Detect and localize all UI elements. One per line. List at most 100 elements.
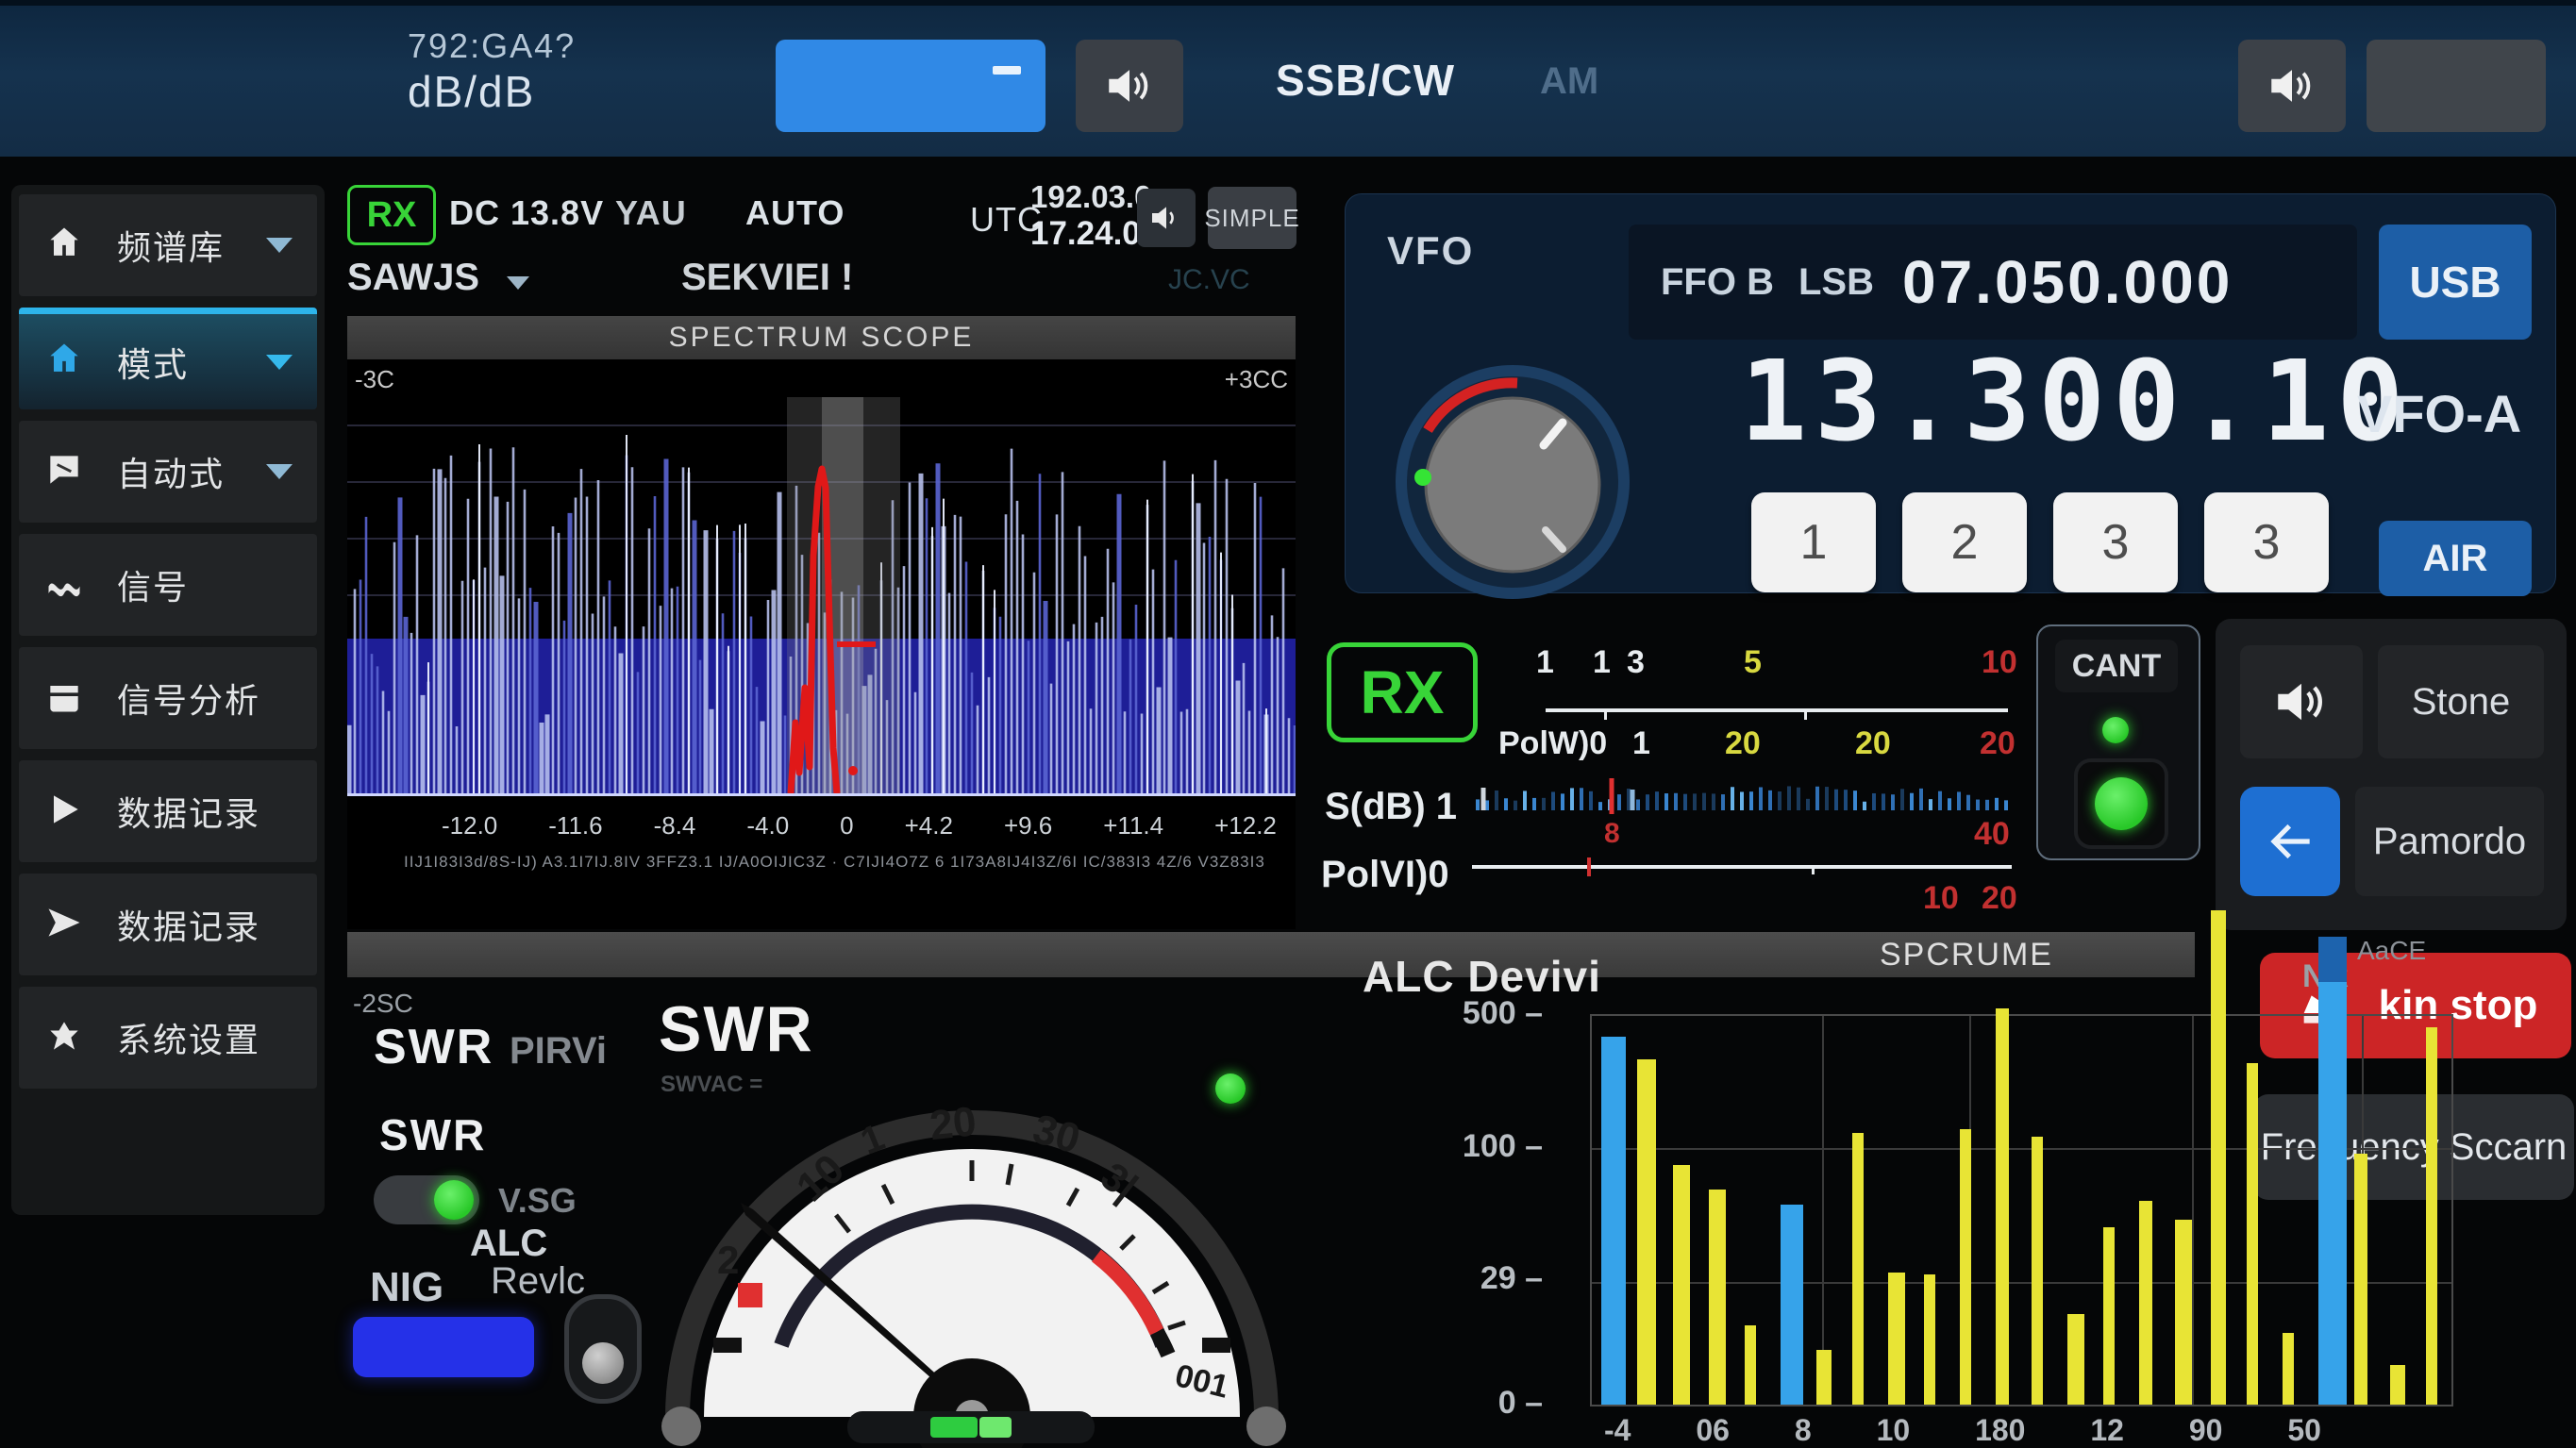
- vfo-a-label: VFO-A: [2357, 383, 2521, 444]
- toggle-knob: [434, 1180, 474, 1220]
- auto-label: AUTO: [745, 193, 845, 233]
- gauge-label: 20: [928, 1098, 979, 1149]
- alc-bar: [2283, 1333, 2294, 1405]
- alc-xtick-label: 12: [2090, 1413, 2124, 1448]
- sidebar-item-2[interactable]: 模式: [19, 308, 317, 409]
- alc-ytick-label: 500 –: [1458, 995, 1543, 1032]
- alc-bar: [2211, 910, 2226, 1405]
- screw-left: [661, 1406, 701, 1446]
- speaker-icon: [1102, 58, 1157, 113]
- alc-bar: [1888, 1273, 1905, 1405]
- swr-corner-label: -2SC: [353, 989, 413, 1019]
- gauge-end-tick: [1157, 1332, 1168, 1355]
- s-meter-center-mark: 8: [1604, 818, 1620, 850]
- footer-label: SPCRUME: [1880, 937, 2053, 974]
- keypad-key-3[interactable]: 3: [2053, 492, 2178, 592]
- alc-corner-label: AaCE: [2357, 936, 2426, 966]
- chevron-down-icon: [266, 355, 293, 370]
- sawjs-dropdown[interactable]: SAWJS: [347, 257, 529, 299]
- rev-toggle[interactable]: [564, 1294, 642, 1404]
- meter-panel: RX 113510 PolW)01202020 S(dB) 1 8 40 Pol…: [1321, 627, 2024, 891]
- keypad-key-4[interactable]: 3: [2204, 492, 2329, 592]
- sidebar-item-6[interactable]: 数据记录: [19, 760, 317, 862]
- sidebar-item-8[interactable]: 系统设置: [19, 987, 317, 1089]
- sawjs-label: SAWJS: [347, 257, 479, 298]
- topbar-active-button[interactable]: [776, 40, 1045, 132]
- gridline: [2192, 1016, 2194, 1405]
- alc-xtick-label: 180: [1975, 1413, 2025, 1448]
- chat-icon: [43, 449, 85, 495]
- alc-bar: [2318, 937, 2347, 1405]
- topbar-speaker-button-right[interactable]: [2238, 40, 2346, 132]
- alc-bar: [1745, 1325, 1756, 1405]
- yau-label: YAU: [615, 193, 687, 233]
- usb-mode-button[interactable]: USB: [2379, 225, 2532, 340]
- green-button-light: [2095, 777, 2148, 830]
- cant-green-button[interactable]: [2074, 758, 2168, 849]
- alc-xtick-label: 10: [1877, 1413, 1911, 1448]
- alc-bar: [2103, 1227, 2115, 1405]
- toggle-knob: [582, 1342, 624, 1384]
- revlc-label: Revlc: [491, 1260, 585, 1303]
- vfo-panel: VFO FFO B LSB 07.050.000 USB 13.300.10 V…: [1345, 193, 2556, 593]
- swr-toggle[interactable]: [374, 1175, 479, 1224]
- alc-xtick-label: 8: [1795, 1413, 1812, 1448]
- alc-bar: [1996, 1008, 2009, 1405]
- mode-ssb-cw[interactable]: SSB/CW: [1276, 55, 1455, 106]
- sidebar-item-1[interactable]: 频谱库: [19, 194, 317, 296]
- topbar-speaker-button[interactable]: [1076, 40, 1183, 132]
- scope-ref-right: +3CC: [1225, 365, 1288, 394]
- back-arrow-button[interactable]: [2240, 787, 2340, 896]
- tuning-knob[interactable]: [1395, 364, 1631, 600]
- stone-button[interactable]: Stone: [2378, 645, 2544, 758]
- gauge-green-segment-2: [979, 1417, 1012, 1438]
- meter-number: 20: [1982, 880, 2017, 917]
- alc-ytick-label: 0 –: [1458, 1385, 1543, 1422]
- monitor-speaker-button[interactable]: [2240, 645, 2363, 758]
- alc-xtick-label: 50: [2287, 1413, 2321, 1448]
- simple-button[interactable]: SIMPLE: [1208, 187, 1296, 249]
- meter-line-1: [1546, 708, 2008, 712]
- arrow-left-icon: [2261, 812, 2319, 871]
- sidebar-item-label: 自动式: [117, 447, 225, 496]
- sidebar-item-4[interactable]: 信号: [19, 534, 317, 636]
- chevron-down-icon: [266, 464, 293, 479]
- alc-ytick-label: 29 –: [1458, 1260, 1543, 1297]
- meter-number: 1: [1632, 725, 1650, 762]
- keypad-key-2[interactable]: 2: [1902, 492, 2027, 592]
- meter-tick: [1604, 708, 1607, 720]
- sidebar-item-5[interactable]: 信号分析: [19, 647, 317, 749]
- sidebar-item-7[interactable]: 数据记录: [19, 874, 317, 975]
- alc-bar: [2426, 1027, 2437, 1405]
- alc-label: ALC: [470, 1223, 547, 1265]
- meter-number: 20: [1980, 725, 2016, 762]
- sidebar-item-label: 数据记录: [117, 900, 260, 949]
- axis-tick-label: -12.0: [442, 811, 497, 841]
- alc-bar: [1601, 1037, 1626, 1405]
- topbar-blank-button[interactable]: [2367, 40, 2546, 132]
- nig-label: NIG: [370, 1264, 443, 1311]
- gauge-red-marker: [738, 1283, 762, 1307]
- alc-xtick-label: 06: [1696, 1413, 1730, 1448]
- air-button[interactable]: AIR: [2379, 521, 2532, 596]
- axis-tick-label: +9.6: [1004, 811, 1052, 841]
- meter-number: 20: [1725, 725, 1761, 762]
- alc-chart-area: [1590, 1014, 2453, 1406]
- alc-bar: [2390, 1365, 2405, 1405]
- chevron-down-icon: [266, 238, 293, 253]
- mode-am[interactable]: AM: [1540, 60, 1598, 103]
- rx-meter-badge: RX: [1327, 642, 1478, 742]
- s-db-label: S(dB) 1: [1325, 786, 1457, 828]
- alc-bar: [2247, 1063, 2258, 1405]
- pamordo-button[interactable]: Pamordo: [2355, 787, 2544, 896]
- keypad-key-1[interactable]: 1: [1751, 492, 1876, 592]
- gauge-black-marker-right: [1202, 1338, 1230, 1353]
- sidebar-item-3[interactable]: 自动式: [19, 421, 317, 523]
- vsg-label: V.SG: [498, 1181, 577, 1221]
- speaker-icon: [2265, 58, 2319, 113]
- axis-tick-label: -11.6: [548, 811, 602, 841]
- meter-number: PolW)0: [1498, 725, 1607, 762]
- alc-bar: [1637, 1059, 1656, 1405]
- scope-speaker-button[interactable]: [1137, 189, 1196, 247]
- nig-blue-button[interactable]: [353, 1317, 534, 1377]
